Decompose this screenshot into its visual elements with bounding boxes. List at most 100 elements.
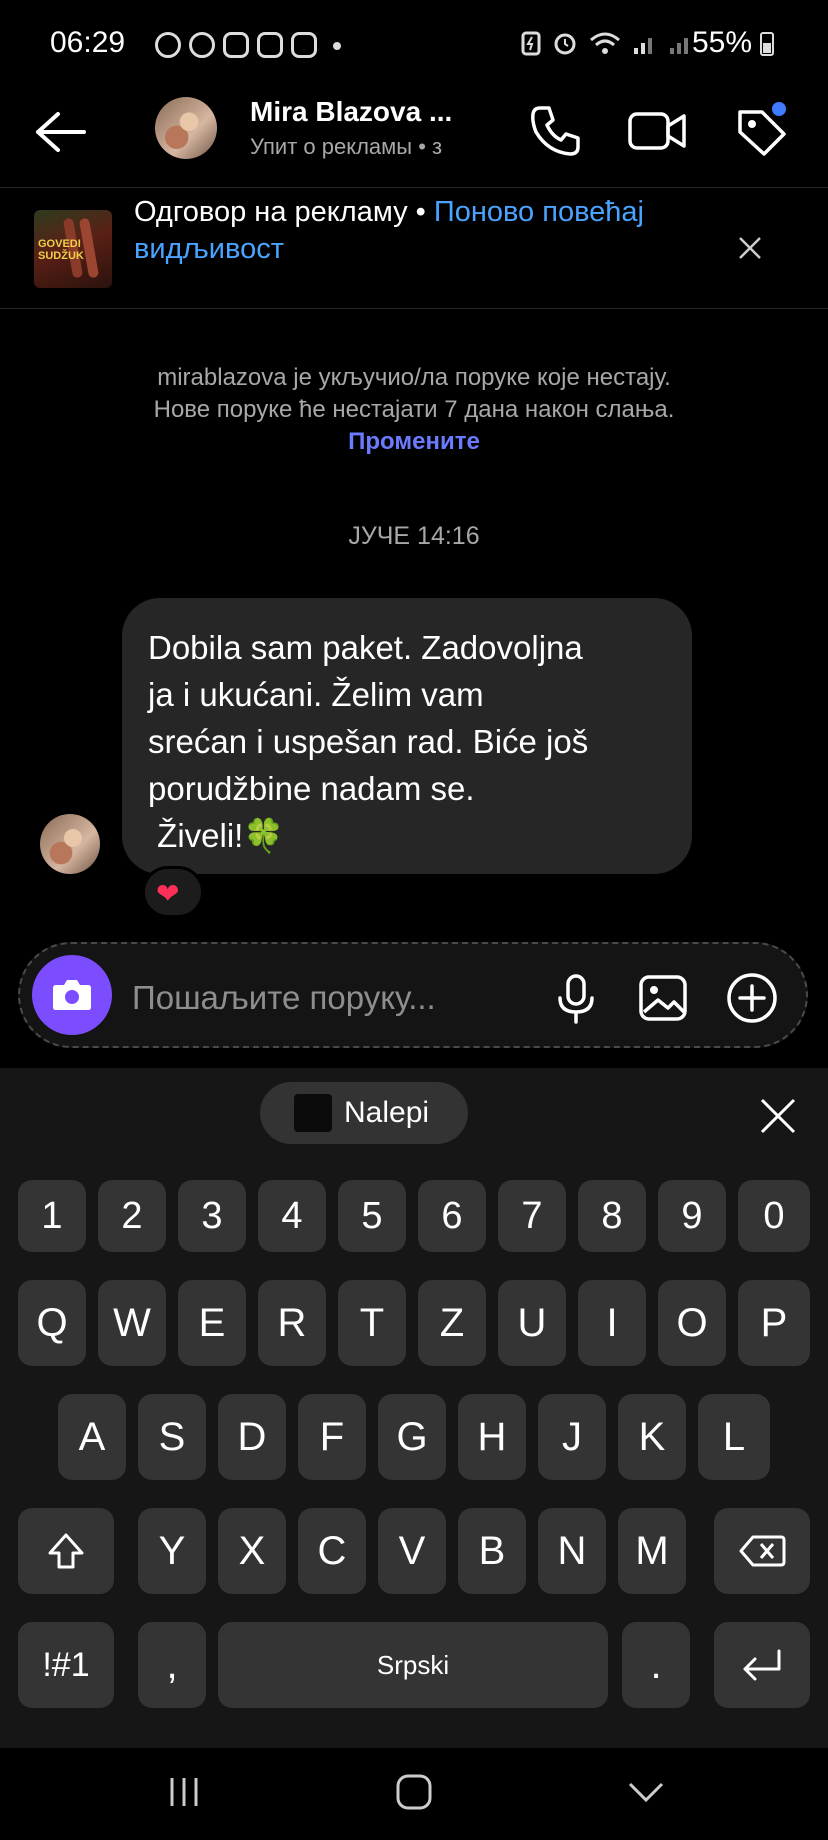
wifi-icon [590,32,620,54]
key-u[interactable]: U [498,1280,566,1366]
ad-thumbnail-label: GOVEDI SUDŽUK [38,238,84,262]
arrow-left-icon [36,112,86,152]
more-notifications-dot [333,42,341,50]
clipboard-thumbnail [294,1094,332,1132]
backspace-key[interactable] [714,1508,810,1594]
heart-icon: ❤ [156,878,180,909]
key-t[interactable]: T [338,1280,406,1366]
camera-button[interactable] [32,955,112,1035]
banner-divider [0,308,828,309]
date-separator: ЈУЧЕ 14:16 [348,522,480,550]
enter-key[interactable] [714,1622,810,1708]
back-nav-button[interactable] [624,1772,668,1812]
key-h[interactable]: H [458,1394,526,1480]
microphone-icon [558,974,594,1024]
key-r[interactable]: R [258,1280,326,1366]
key-7[interactable]: 7 [498,1180,566,1252]
key-y[interactable]: Y [138,1508,206,1594]
symbols-key[interactable]: !#1 [18,1622,114,1708]
key-q[interactable]: Q [18,1280,86,1366]
signal-icon [634,38,652,54]
shift-icon [48,1533,84,1569]
viber-icon [189,32,215,58]
key-m[interactable]: M [618,1508,686,1594]
key-s[interactable]: S [138,1394,206,1480]
key-9[interactable]: 9 [658,1180,726,1252]
whatsapp-icon [155,32,181,58]
gallery-button[interactable] [636,972,690,1024]
image-icon [639,975,687,1021]
close-toolbar-button[interactable] [756,1094,800,1138]
key-0[interactable]: 0 [738,1180,810,1252]
key-f[interactable]: F [298,1394,366,1480]
contact-subtitle[interactable]: Упит о рекламы • з [250,134,465,160]
call-button[interactable] [522,98,588,164]
key-a[interactable]: A [58,1394,126,1480]
dismiss-banner-button[interactable] [734,232,766,264]
key-3[interactable]: 3 [178,1180,246,1252]
video-call-button[interactable] [622,98,692,164]
phone-icon [531,106,580,156]
home-button[interactable] [392,1770,436,1814]
space-key[interactable]: Srpski [218,1622,608,1708]
ad-reply-banner: Одговор на рекламу • Поново повећај видљ… [134,194,664,268]
key-w[interactable]: W [98,1280,166,1366]
back-button[interactable] [28,102,94,162]
status-time: 06:29 [50,26,126,59]
voice-message-button[interactable] [552,970,600,1026]
shift-key[interactable] [18,1508,114,1594]
key-g[interactable]: G [378,1394,446,1480]
key-z[interactable]: Z [418,1280,486,1366]
close-icon [739,237,761,259]
ad-thumbnail[interactable]: GOVEDI SUDŽUK [34,210,112,288]
instagram-icon [257,32,283,58]
change-link[interactable]: Промените [60,426,768,458]
key-6[interactable]: 6 [418,1180,486,1252]
key-5[interactable]: 5 [338,1180,406,1252]
contact-avatar[interactable] [155,97,217,159]
period-key[interactable]: . [622,1622,690,1708]
key-v[interactable]: V [378,1508,446,1594]
notification-icons [155,32,317,58]
battery-saver-icon [521,31,541,56]
message-bubble[interactable]: Dobila sam paket. Zadovoljna ja i ukućan… [122,598,692,874]
paste-suggestion[interactable]: Nalepi [260,1082,468,1144]
message-input[interactable] [130,972,554,1024]
notice-line: mirablazova је укључио/ла поруке које не… [157,364,671,391]
plus-circle-icon [727,973,777,1023]
key-n[interactable]: N [538,1508,606,1594]
key-k[interactable]: K [618,1394,686,1480]
contact-name[interactable]: Mira Blazova ... [250,96,480,128]
key-i[interactable]: I [578,1280,646,1366]
system-icons [520,30,694,56]
recents-button[interactable] [162,1772,206,1812]
key-o[interactable]: O [658,1280,726,1366]
key-1[interactable]: 1 [18,1180,86,1252]
video-camera-icon [628,112,686,150]
ad-reply-label: Одговор на рекламу • [134,196,434,228]
key-l[interactable]: L [698,1394,770,1480]
key-j[interactable]: J [538,1394,606,1480]
reaction-badge[interactable]: ❤ [142,866,204,918]
recents-icon [170,1778,198,1806]
key-p[interactable]: P [738,1280,810,1366]
notice-line: Нове поруке ће нестајати 7 дана након сл… [153,396,675,423]
key-d[interactable]: D [218,1394,286,1480]
backspace-icon [739,1535,786,1567]
key-4[interactable]: 4 [258,1180,326,1252]
more-options-button[interactable] [724,970,780,1026]
key-e[interactable]: E [178,1280,246,1366]
enter-icon [743,1649,781,1681]
home-icon [396,1774,432,1810]
battery-percent: 55% [692,26,753,59]
comma-key[interactable]: , [138,1622,206,1708]
key-2[interactable]: 2 [98,1180,166,1252]
notification-dot [772,102,786,116]
key-b[interactable]: B [458,1508,526,1594]
sender-avatar[interactable] [40,814,100,874]
key-c[interactable]: C [298,1508,366,1594]
header-divider [0,187,828,188]
key-x[interactable]: X [218,1508,286,1594]
key-8[interactable]: 8 [578,1180,646,1252]
signal-icon [670,38,688,54]
